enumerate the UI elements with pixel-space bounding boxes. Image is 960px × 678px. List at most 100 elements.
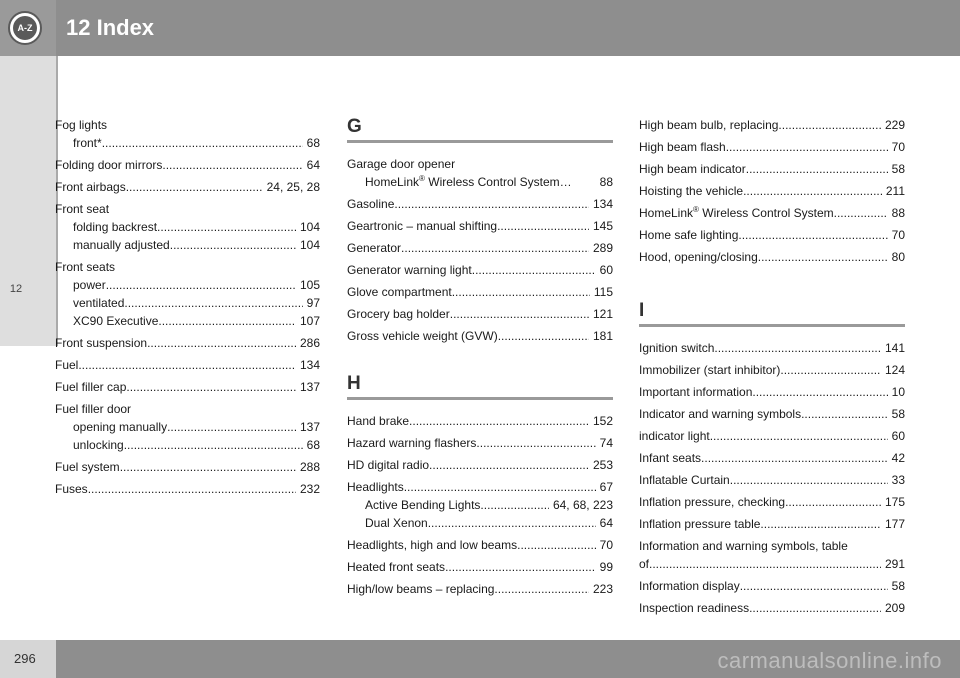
index-entry: Information display 58 bbox=[639, 577, 905, 595]
index-column-2: G Garage door opener HomeLink® Wireless … bbox=[347, 116, 613, 602]
entry-label: opening manually bbox=[73, 420, 168, 434]
entry-label: of bbox=[639, 557, 650, 571]
index-entry: Fuel filler cap 137 bbox=[55, 378, 320, 396]
index-entry: Information and warning symbols, table o… bbox=[639, 537, 905, 573]
index-entry: Geartronic – manual shifting 145 bbox=[347, 217, 613, 235]
page-ref: 104 bbox=[299, 238, 320, 252]
sub-entry: unlocking 68 bbox=[55, 436, 320, 454]
entry-label: Generator warning light bbox=[347, 263, 472, 277]
index-entry: Garage door opener HomeLink® Wireless Co… bbox=[347, 155, 613, 191]
page-ref: 121 bbox=[592, 307, 613, 321]
page-ref: 145 bbox=[592, 219, 613, 233]
page-ref: 177 bbox=[884, 517, 905, 531]
entry-label: Heated front seats bbox=[347, 560, 446, 574]
page-ref: 64 bbox=[599, 516, 613, 530]
section-divider bbox=[347, 140, 613, 143]
entry-label: Home safe lighting bbox=[639, 228, 739, 242]
entry-label: Gasoline bbox=[347, 197, 395, 211]
page-ref: 107 bbox=[299, 314, 320, 328]
page-ref: 58 bbox=[891, 407, 905, 421]
a-z-badge-label: A-Z bbox=[13, 16, 37, 40]
entry-label: Inspection readiness bbox=[639, 601, 750, 615]
entry-label: Fuel filler cap bbox=[55, 380, 127, 394]
entry-label: XC90 Executive bbox=[73, 314, 159, 328]
page-ref: 42 bbox=[891, 451, 905, 465]
section-letter-g: G bbox=[347, 116, 362, 137]
page-ref: 253 bbox=[592, 458, 613, 472]
entry-label: Front suspension bbox=[55, 336, 148, 350]
page-ref: 232 bbox=[299, 482, 320, 496]
page-ref: 58 bbox=[891, 162, 905, 176]
entry-label: Information display bbox=[639, 579, 740, 593]
entry-label: High beam bulb, replacing bbox=[639, 118, 779, 132]
entry-label: HomeLink® Wireless Control System bbox=[639, 204, 834, 222]
entry-label: Dual Xenon bbox=[365, 516, 428, 530]
page-ref: 137 bbox=[299, 420, 320, 434]
page-ref: 60 bbox=[599, 263, 613, 277]
index-entry: Immobilizer (start inhibitor) 124 bbox=[639, 361, 905, 379]
index-entry: Inflation pressure, checking 175 bbox=[639, 493, 905, 511]
index-column-3: High beam bulb, replacing 229 High beam f… bbox=[639, 116, 905, 621]
index-entry: Home safe lighting 70 bbox=[639, 226, 905, 244]
entry-label: Fuel bbox=[55, 358, 79, 372]
page-ref: 60 bbox=[891, 429, 905, 443]
entry-label: Geartronic – manual shifting bbox=[347, 219, 498, 233]
entry-label: High/low beams – replacing bbox=[347, 582, 495, 596]
index-entry: Infant seats 42 bbox=[639, 449, 905, 467]
index-entry: Front seat folding backrest 104 manually … bbox=[55, 200, 320, 254]
index-entry: Glove compartment 115 bbox=[347, 283, 613, 301]
index-entry: HD digital radio 253 bbox=[347, 456, 613, 474]
entry-label: Infant seats bbox=[639, 451, 702, 465]
page-ref: 74 bbox=[599, 436, 613, 450]
entry-label: Immobilizer (start inhibitor) bbox=[639, 363, 781, 377]
index-entry: High beam indicator 58 bbox=[639, 160, 905, 178]
entry-label: manually adjusted bbox=[73, 238, 170, 252]
page-ref: 67 bbox=[599, 480, 613, 494]
index-entry: Hoisting the vehicle 211 bbox=[639, 182, 905, 200]
index-entry: Front seats power 105 ventilated 97 XC90 E… bbox=[55, 258, 320, 330]
index-entry: Inflation pressure table 177 bbox=[639, 515, 905, 533]
entry-label: Important information bbox=[639, 385, 753, 399]
sub-entry: manually adjusted 104 bbox=[55, 236, 320, 254]
sub-entry: opening manually 137 bbox=[55, 418, 320, 436]
page-ref: 141 bbox=[884, 341, 905, 355]
index-entry: Fuel 134 bbox=[55, 356, 320, 374]
entry-label: folding backrest bbox=[73, 220, 158, 234]
section-divider bbox=[639, 324, 905, 327]
entry-label: HD digital radio bbox=[347, 458, 430, 472]
page-ref: 286 bbox=[299, 336, 320, 350]
page-ref: 97 bbox=[306, 296, 320, 310]
entry-label: unlocking bbox=[73, 438, 124, 452]
entry-label: Headlights, high and low beams bbox=[347, 538, 518, 552]
index-entry: Headlights 67 Active Bending Lights 64, 68… bbox=[347, 478, 613, 532]
page-number: 296 bbox=[14, 651, 36, 666]
index-entry: Fuses 232 bbox=[55, 480, 320, 498]
page-ref: 88 bbox=[599, 175, 613, 189]
sub-entry: ventilated 97 bbox=[55, 294, 320, 312]
entry-heading: Fog lights bbox=[55, 118, 108, 132]
index-entry: indicator light 60 bbox=[639, 427, 905, 445]
page-ref: 68 bbox=[306, 136, 320, 150]
index-entry: Generator 289 bbox=[347, 239, 613, 257]
entry-label: Hand brake bbox=[347, 414, 410, 428]
entry-label: Fuel system bbox=[55, 460, 120, 474]
sub-entry: XC90 Executive 107 bbox=[55, 312, 320, 330]
index-entry: Fog lights front* 68 bbox=[55, 116, 320, 152]
page-ref: 175 bbox=[884, 495, 905, 509]
page-ref: 24, 25, 28 bbox=[266, 180, 320, 194]
entry-label: front* bbox=[73, 136, 102, 150]
index-entry: Headlights, high and low beams 70 bbox=[347, 536, 613, 554]
entry-label: Grocery bag holder bbox=[347, 307, 450, 321]
index-entry: High/low beams – replacing 223 bbox=[347, 580, 613, 598]
section-divider bbox=[347, 397, 613, 400]
entry-label: Gross vehicle weight (GVW) bbox=[347, 329, 498, 343]
page-ref: 10 bbox=[891, 385, 905, 399]
index-entry: Fuel filler door opening manually 137 unl… bbox=[55, 400, 320, 454]
entry-label: Fuses bbox=[55, 482, 88, 496]
index-entry: Gross vehicle weight (GVW) 181 bbox=[347, 327, 613, 345]
page-ref: 70 bbox=[599, 538, 613, 552]
page-ref: 223 bbox=[592, 582, 613, 596]
entry-continuation: of 291 bbox=[639, 555, 905, 573]
index-entry: HomeLink® Wireless Control System 88 bbox=[639, 204, 905, 222]
entry-label: Hoisting the vehicle bbox=[639, 184, 744, 198]
